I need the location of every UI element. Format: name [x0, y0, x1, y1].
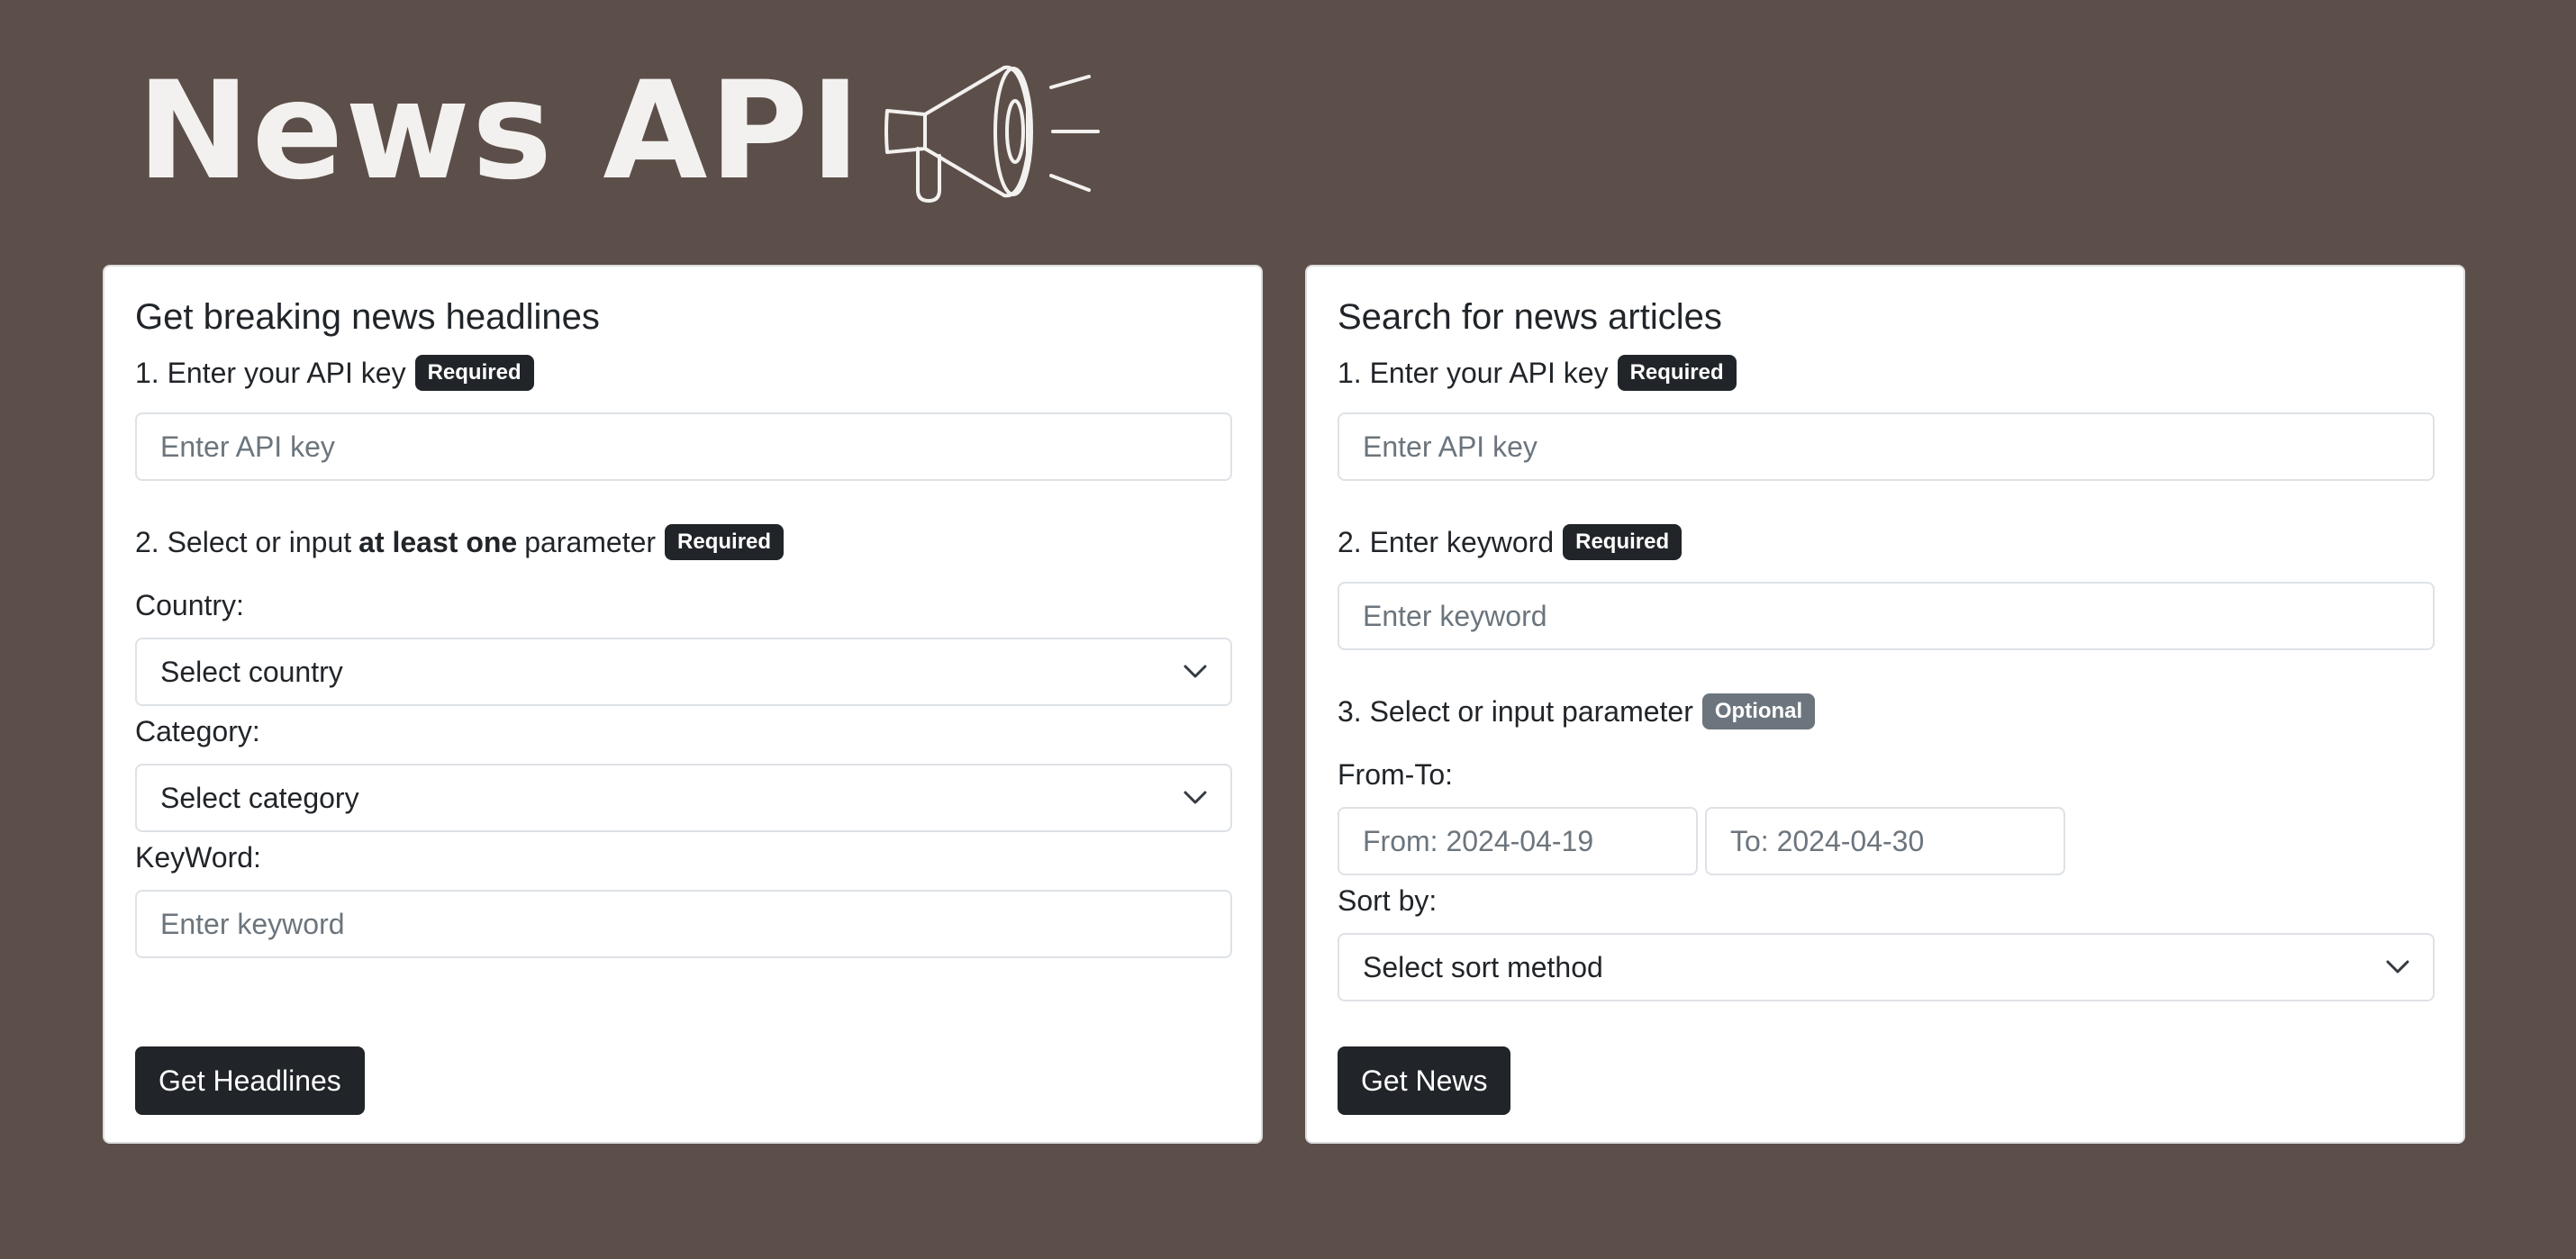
to-date-input[interactable]: To: 2024-04-30 — [1705, 807, 2065, 875]
get-news-button[interactable]: Get News — [1338, 1046, 1511, 1115]
headlines-card: Get breaking news headlines 1. Enter you… — [103, 265, 1263, 1144]
optional-badge: Optional — [1701, 693, 1816, 729]
sort-select-value: Select sort method — [1363, 950, 1603, 983]
chevron-down-icon — [1184, 791, 1207, 804]
headlines-api-key-input[interactable]: Enter API key — [135, 412, 1232, 481]
search-step2-label: 2. Enter keyword Required — [1338, 524, 1683, 560]
search-card: Search for news articles 1. Enter your A… — [1305, 265, 2465, 1144]
headlines-step1-label: 1. Enter your API key Required — [135, 355, 534, 391]
country-select[interactable]: Select country — [135, 638, 1232, 706]
required-badge: Required — [1563, 524, 1683, 560]
headlines-title: Get breaking news headlines — [135, 297, 600, 337]
step2-suffix: parameter — [524, 526, 657, 558]
search-keyword-input[interactable]: Enter keyword — [1338, 582, 2435, 650]
headlines-step2-label: 2. Select or input at least one paramete… — [135, 524, 785, 560]
from-to-label: From-To: — [1338, 758, 1453, 791]
get-headlines-button[interactable]: Get Headlines — [135, 1046, 365, 1115]
required-badge: Required — [1617, 355, 1737, 391]
required-badge: Required — [414, 355, 534, 391]
country-select-value: Select country — [160, 655, 343, 688]
sort-select[interactable]: Select sort method — [1338, 933, 2435, 1001]
search-step3-label: 3. Select or input parameter Optional — [1338, 693, 1816, 729]
step1-text: 1. Enter your API key — [135, 357, 406, 389]
logo-text: News API — [137, 53, 863, 210]
step3-text: 3. Select or input parameter — [1338, 695, 1693, 728]
step2-bold: at least one — [358, 526, 518, 558]
category-select-value: Select category — [160, 781, 359, 814]
step1-text: 1. Enter your API key — [1338, 357, 1609, 389]
chevron-down-icon — [2386, 960, 2409, 974]
keyword-label: KeyWord: — [135, 841, 261, 874]
search-step1-label: 1. Enter your API key Required — [1338, 355, 1737, 391]
megaphone-icon — [884, 65, 1101, 203]
country-label: Country: — [135, 589, 244, 621]
chevron-down-icon — [1184, 665, 1207, 678]
step2-text: 2. Enter keyword — [1338, 526, 1555, 558]
category-label: Category: — [135, 715, 260, 747]
required-badge: Required — [665, 524, 785, 560]
search-api-key-input[interactable]: Enter API key — [1338, 412, 2435, 481]
search-title: Search for news articles — [1338, 297, 1722, 337]
step2-prefix: 2. Select or input — [135, 526, 352, 558]
from-date-input[interactable]: From: 2024-04-19 — [1338, 807, 1698, 875]
category-select[interactable]: Select category — [135, 764, 1232, 832]
headlines-keyword-input[interactable]: Enter keyword — [135, 890, 1232, 958]
logo: News API — [137, 50, 1105, 213]
sort-by-label: Sort by: — [1338, 884, 1438, 917]
